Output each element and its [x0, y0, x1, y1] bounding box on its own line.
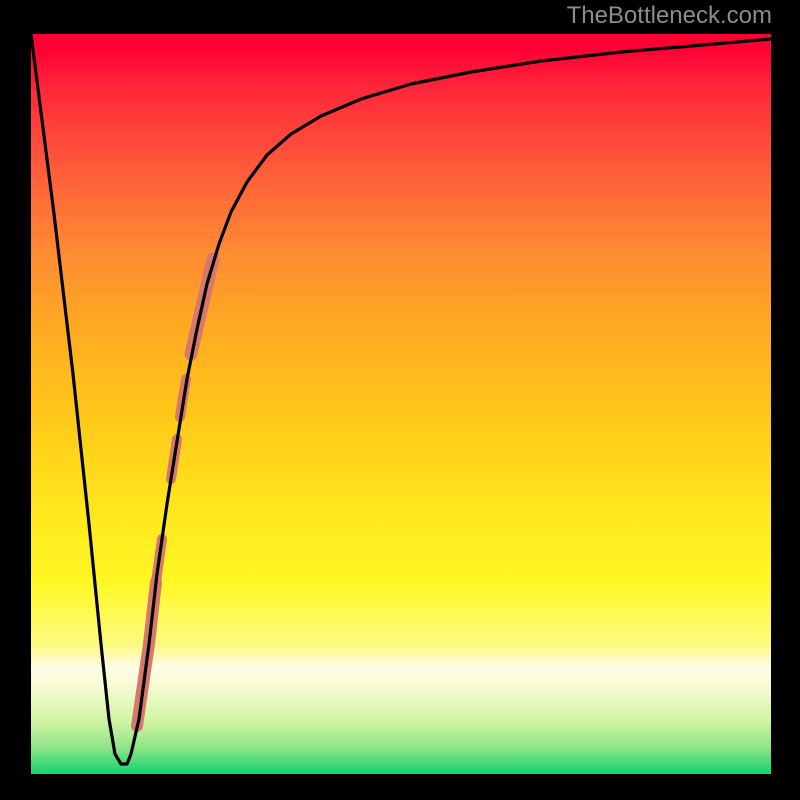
chart-frame: TheBottleneck.com: [0, 0, 800, 800]
plot-area: [31, 34, 771, 774]
curve-layer: [31, 34, 771, 774]
watermark-text: TheBottleneck.com: [567, 2, 772, 30]
